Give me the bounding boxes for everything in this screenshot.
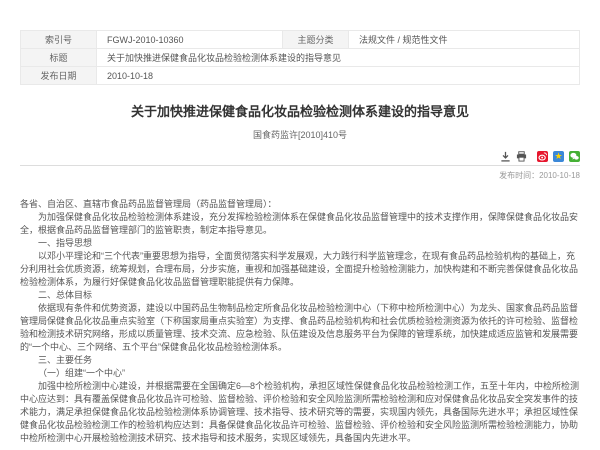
body-paragraph: 各省、自治区、直辖市食品药品监督管理局（药品监督管理局）： bbox=[20, 198, 580, 211]
meta-value-title: 关于加快推进保健食品化妆品检验检测体系建设的指导意见 bbox=[97, 49, 580, 67]
weibo-share-icon[interactable] bbox=[537, 151, 548, 162]
body-paragraph: 二、总体目标 bbox=[20, 289, 580, 302]
publish-time: 发布时间：2010-10-18 bbox=[20, 170, 580, 181]
body-paragraph: 以邓小平理论和“三个代表”重要思想为指导，全面贯彻落实科学发展观，大力践行科学监… bbox=[20, 250, 580, 289]
meta-label-date: 发布日期 bbox=[21, 67, 97, 85]
body-paragraph: 一、指导思想 bbox=[20, 237, 580, 250]
meta-value-category: 法规文件 / 规范性文件 bbox=[349, 31, 580, 49]
meta-value-index: FGWJ-2010-10360 bbox=[97, 31, 283, 49]
publish-time-label: 发布时间： bbox=[499, 171, 539, 180]
meta-row-title: 标题 关于加快推进保健食品化妆品检验检测体系建设的指导意见 bbox=[21, 49, 580, 67]
doc-number: 国食药监许[2010]410号 bbox=[20, 128, 580, 141]
wechat-share-icon[interactable] bbox=[569, 151, 580, 162]
meta-row-index-category: 索引号 FGWJ-2010-10360 主题分类 法规文件 / 规范性文件 bbox=[21, 31, 580, 49]
body-paragraph: 三、主要任务 bbox=[20, 354, 580, 367]
meta-value-date: 2010-10-18 bbox=[97, 67, 580, 85]
print-icon[interactable] bbox=[516, 151, 527, 162]
meta-row-date: 发布日期 2010-10-18 bbox=[21, 67, 580, 85]
publish-time-value: 2010-10-18 bbox=[539, 171, 580, 180]
body-paragraph: 为加强保健食品化妆品检验检测体系建设，充分发挥检验检测体系在保健食品化妆品监督管… bbox=[20, 211, 580, 237]
meta-label-category: 主题分类 bbox=[283, 31, 349, 49]
document-body: 各省、自治区、直辖市食品药品监督管理局（药品监督管理局）：为加强保健食品化妆品检… bbox=[20, 198, 580, 445]
body-paragraph: 加强中检所检测中心建设，并根据需要在全国确定6—8个检验机构，承担区域性保健食品… bbox=[20, 380, 580, 445]
body-paragraph: 依据现有条件和优势资源，建设以中国药品生物制品检定所食品化妆品检验检测中心（下称… bbox=[20, 302, 580, 354]
toolbar: ★ bbox=[20, 150, 580, 162]
divider bbox=[20, 165, 580, 166]
page-title: 关于加快推进保健食品化妆品检验检测体系建设的指导意见 bbox=[20, 101, 580, 120]
document-page: 索引号 FGWJ-2010-10360 主题分类 法规文件 / 规范性文件 标题… bbox=[0, 0, 600, 450]
document-meta-table: 索引号 FGWJ-2010-10360 主题分类 法规文件 / 规范性文件 标题… bbox=[20, 30, 580, 85]
body-paragraph: （一）组建“一个中心” bbox=[20, 367, 580, 380]
download-icon[interactable] bbox=[500, 151, 511, 162]
meta-label-title: 标题 bbox=[21, 49, 97, 67]
meta-label-index: 索引号 bbox=[21, 31, 97, 49]
favorite-star-icon[interactable]: ★ bbox=[553, 151, 564, 162]
